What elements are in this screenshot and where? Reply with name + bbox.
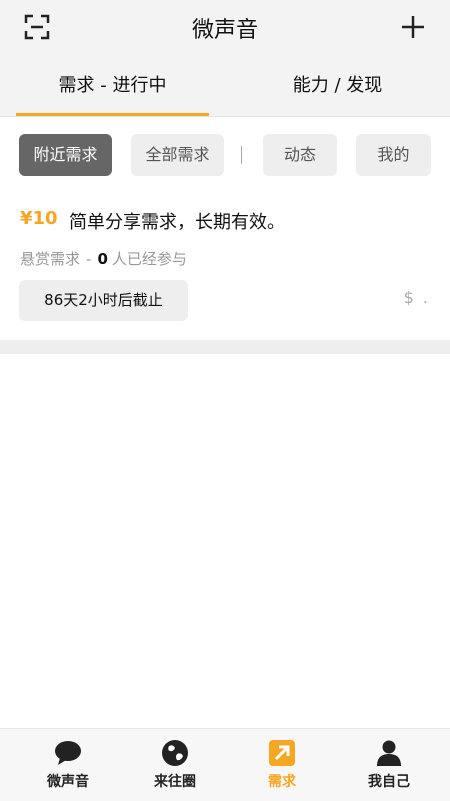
filter-mine[interactable]: 我的 — [356, 134, 431, 176]
tab-bar: 需求 - 进行中 能力 / 发现 — [0, 56, 450, 117]
list-divider — [0, 340, 450, 354]
filter-bar: 附近需求 全部需求 动态 我的 — [0, 134, 450, 178]
tab-ability-discover[interactable]: 能力 / 发现 — [225, 56, 450, 116]
nav-laiwangquan[interactable]: 来往圈 — [119, 729, 231, 801]
participants-label: 人已经参与 — [111, 250, 187, 268]
chat-bubble-icon — [55, 741, 81, 765]
top-bar: 微声音 — [0, 0, 450, 56]
plus-icon — [402, 16, 424, 38]
reward-hint: $ . — [403, 288, 430, 307]
nav-weishengyin[interactable]: 微声音 — [12, 729, 124, 801]
demand-type: 悬赏需求 — [20, 250, 81, 268]
filter-nearby[interactable]: 附近需求 — [19, 134, 112, 176]
scan-icon — [24, 14, 50, 40]
tab-active-indicator — [16, 113, 209, 116]
tab-demand-ongoing[interactable]: 需求 - 进行中 — [0, 56, 225, 116]
page-title: 微声音 — [191, 18, 258, 43]
meta-separator: - — [86, 250, 92, 268]
filter-separator — [241, 146, 242, 164]
demand-meta: 悬赏需求 -0 人已经参与 — [20, 248, 187, 269]
nav-label-demand: 需求 — [268, 774, 296, 790]
globe-icon — [162, 740, 188, 766]
filter-activity[interactable]: 动态 — [263, 134, 337, 176]
filter-all[interactable]: 全部需求 — [131, 134, 224, 176]
reward-price: ¥10 — [20, 208, 58, 229]
nav-label-myself: 我自己 — [368, 774, 410, 790]
add-button[interactable] — [398, 12, 428, 42]
person-icon — [377, 740, 401, 766]
demand-title: 简单分享需求，长期有效。 — [69, 212, 285, 233]
nav-demand[interactable]: 需求 — [226, 729, 338, 801]
participant-count: 0 — [97, 250, 108, 268]
nav-label-laiwangquan: 来往圈 — [154, 774, 196, 790]
nav-label-weishengyin: 微声音 — [47, 774, 89, 790]
nav-myself[interactable]: 我自己 — [333, 729, 445, 801]
bottom-nav: 微声音 来往圈 需求 我自己 — [0, 728, 450, 801]
arrow-up-right-icon — [269, 740, 295, 766]
deadline-badge[interactable]: 86天2小时后截止 — [19, 280, 188, 321]
scan-button[interactable] — [22, 12, 52, 42]
